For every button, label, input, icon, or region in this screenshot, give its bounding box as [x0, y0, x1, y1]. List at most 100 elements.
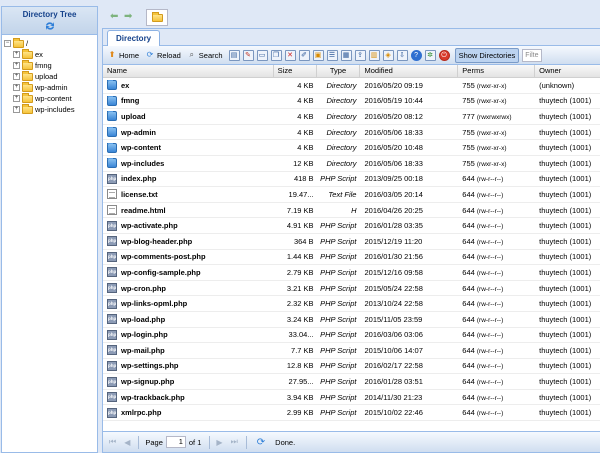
table-row[interactable]: wp-content 4 KB Directory 2016/05/20 10:48 7…	[103, 140, 600, 156]
select-all-icon[interactable]: ☰	[326, 49, 338, 61]
tree-node-wp-admin[interactable]: + wp-admin	[4, 81, 97, 93]
expand-icon[interactable]: +	[13, 106, 20, 113]
file-modified: 2016/05/19 10:44	[364, 96, 423, 106]
file-name-cell[interactable]: php wp-activate.php	[103, 220, 274, 231]
file-name-cell[interactable]: wp-includes	[103, 158, 274, 169]
file-name-cell[interactable]: php xmlrpc.php	[103, 407, 274, 418]
tree-node-root[interactable]: − /	[4, 37, 97, 49]
table-row[interactable]: php wp-links-opml.php 2.32 KB PHP Script 201…	[103, 296, 600, 312]
next-page-icon[interactable]: ▶	[216, 438, 222, 447]
new-document-icon[interactable]: ▭	[256, 49, 268, 61]
breadcrumb-root[interactable]	[146, 9, 168, 26]
first-page-icon[interactable]: ⏮	[109, 437, 116, 447]
prev-page-icon[interactable]: ◀	[124, 438, 130, 447]
page-number-input[interactable]: 1	[165, 436, 186, 448]
file-name-cell[interactable]: wp-admin	[103, 127, 274, 138]
column-header-modified[interactable]: Modified	[360, 65, 459, 77]
tree-node-wp-includes[interactable]: + wp-includes	[4, 103, 97, 115]
file-name-cell[interactable]: upload	[103, 111, 274, 122]
file-name-cell[interactable]: php wp-settings.php	[103, 360, 274, 371]
column-header-name[interactable]: Name	[103, 65, 274, 77]
extract-icon[interactable]: ▥	[368, 49, 380, 61]
show-directories-toggle[interactable]: Show Directories	[454, 47, 520, 63]
tree-node-ex[interactable]: + ex	[4, 48, 97, 60]
table-row[interactable]: ex 4 KB Directory 2016/05/20 09:19 755 (rwxr…	[103, 78, 600, 94]
table-row[interactable]: php wp-load.php 3.24 KB PHP Script 2015/11/0…	[103, 312, 600, 328]
search-button[interactable]: ⌕ Search	[187, 50, 223, 60]
tree-node-upload[interactable]: + upload	[4, 70, 97, 82]
reload-button[interactable]: ⟳ Reload	[145, 50, 181, 60]
table-row[interactable]: php wp-mail.php 7.7 KB PHP Script 2015/10/06…	[103, 343, 600, 359]
table-row[interactable]: php wp-comments-post.php 1.44 KB PHP Script…	[103, 250, 600, 266]
filter-input[interactable]: Filte	[522, 48, 543, 62]
file-name-cell[interactable]: php wp-signup.php	[103, 376, 274, 387]
column-header-owner[interactable]: Owner	[535, 65, 600, 77]
expand-icon[interactable]: +	[13, 62, 20, 69]
delete-icon[interactable]: ✕	[284, 49, 296, 61]
forward-arrow-icon[interactable]: ➡	[124, 11, 132, 22]
column-header-size[interactable]: Size	[274, 65, 317, 77]
table-row[interactable]: php index.php 418 B PHP Script 2013/09/25 00…	[103, 172, 600, 188]
file-name-cell[interactable]: php wp-trackback.php	[103, 392, 274, 403]
file-modified: 2016/05/20 09:19	[364, 80, 423, 90]
file-name-cell[interactable]: php wp-load.php	[103, 314, 274, 325]
table-row[interactable]: php wp-activate.php 4.91 KB PHP Script 2016/…	[103, 218, 600, 234]
table-row[interactable]: wp-admin 4 KB Directory 2016/05/06 18:33 755…	[103, 125, 600, 141]
rename-icon[interactable]: ✐	[298, 49, 310, 61]
copy-icon[interactable]: ❐	[270, 49, 282, 61]
file-name-cell[interactable]: php index.php	[103, 173, 274, 184]
logout-icon[interactable]: ⏻	[438, 49, 450, 61]
file-name-cell[interactable]: fmng	[103, 95, 274, 106]
table-row[interactable]: fmng 4 KB Directory 2016/05/19 10:44 755 (rw…	[103, 94, 600, 110]
last-page-icon[interactable]: ⏭	[231, 437, 238, 447]
table-row[interactable]: php wp-signup.php 27.95... PHP Script 2016/0…	[103, 374, 600, 390]
settings-icon[interactable]: ✲	[424, 49, 436, 61]
sync-tree-icon[interactable]	[44, 21, 56, 31]
table-row[interactable]: wp-includes 12 KB Directory 2016/05/06 18:3…	[103, 156, 600, 172]
file-name-cell[interactable]: php wp-cron.php	[103, 283, 274, 294]
file-name-cell[interactable]: php wp-config-sample.php	[103, 267, 274, 278]
table-row[interactable]: php wp-trackback.php 3.94 KB PHP Script 2014…	[103, 390, 600, 406]
upload-icon[interactable]: ⇪	[354, 49, 366, 61]
back-arrow-icon[interactable]: ⬅	[110, 11, 118, 22]
php-file-icon: php	[107, 329, 117, 340]
tree-node-fmng[interactable]: + fmng	[4, 59, 97, 71]
file-name-cell[interactable]: wp-content	[103, 142, 274, 153]
table-row[interactable]: php wp-cron.php 3.21 KB PHP Script 2015/05/2…	[103, 281, 600, 297]
properties-icon[interactable]: ▣	[312, 49, 324, 61]
home-button[interactable]: ⬆ Home	[107, 50, 139, 60]
expand-icon[interactable]: +	[13, 95, 20, 102]
tab-directory[interactable]: Directory	[107, 30, 161, 46]
file-name-cell[interactable]: license.txt	[103, 189, 274, 200]
collapse-icon[interactable]: −	[4, 40, 11, 47]
column-header-perms[interactable]: Perms	[458, 65, 536, 77]
file-name-cell[interactable]: php wp-mail.php	[103, 345, 274, 356]
table-row[interactable]: php wp-config-sample.php 2.79 KB PHP Script…	[103, 265, 600, 281]
column-header-type[interactable]: Type	[317, 65, 361, 77]
tree-node-wp-content[interactable]: + wp-content	[4, 92, 97, 104]
table-row[interactable]: readme.html 7.19 KB H 2016/04/26 20:25 644 (…	[103, 203, 600, 219]
table-row[interactable]: php wp-login.php 33.04... PHP Script 2016/03…	[103, 328, 600, 344]
table-row[interactable]: upload 4 KB Directory 2016/05/20 08:12 777 (…	[103, 109, 600, 125]
edit-file-icon[interactable]: ✎	[242, 49, 254, 61]
expand-icon[interactable]: +	[13, 73, 20, 80]
new-file-icon[interactable]: ▤	[228, 49, 240, 61]
file-name-cell[interactable]: php wp-blog-header.php	[103, 236, 274, 247]
package-icon[interactable]: ◈	[382, 49, 394, 61]
file-type: PHP Script	[320, 345, 357, 355]
file-name-cell[interactable]: readme.html	[103, 205, 274, 216]
refresh-icon[interactable]: ⟳	[257, 437, 265, 448]
file-name-cell[interactable]: php wp-comments-post.php	[103, 251, 274, 262]
file-name-cell[interactable]: ex	[103, 80, 274, 91]
expand-icon[interactable]: +	[13, 84, 20, 91]
archive-icon[interactable]: ▦	[340, 49, 352, 61]
expand-icon[interactable]: +	[13, 51, 20, 58]
table-row[interactable]: php xmlrpc.php 2.99 KB PHP Script 2015/10/02…	[103, 405, 600, 422]
file-name-cell[interactable]: php wp-links-opml.php	[103, 298, 274, 309]
table-row[interactable]: php wp-blog-header.php 364 B PHP Script 2015…	[103, 234, 600, 250]
table-row[interactable]: license.txt 19.47... Text File 2016/03/05 2…	[103, 187, 600, 203]
help-icon[interactable]: ?	[410, 49, 422, 61]
download-icon[interactable]: ⇩	[396, 49, 408, 61]
file-name-cell[interactable]: php wp-login.php	[103, 329, 274, 340]
table-row[interactable]: php wp-settings.php 12.8 KB PHP Script 2016/…	[103, 359, 600, 375]
